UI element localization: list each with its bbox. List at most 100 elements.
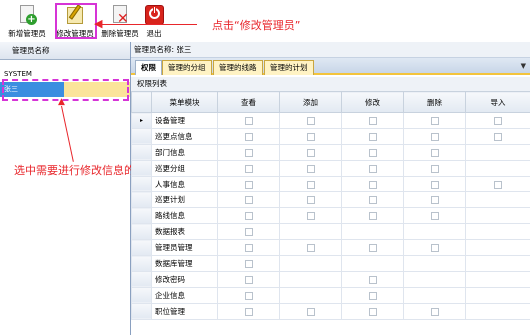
permission-cell[interactable] [341,239,404,257]
permission-cell[interactable] [217,112,280,129]
row-indicator[interactable] [131,223,152,241]
table-row[interactable]: 管理员管理 [131,239,530,257]
permission-cell[interactable] [279,207,342,225]
permission-checkbox[interactable] [430,116,439,125]
tab-menu-dropdown-icon[interactable]: ▼ [521,62,526,70]
permission-checkbox[interactable] [306,164,315,173]
permission-cell[interactable] [217,255,280,272]
permission-checkbox[interactable] [430,244,439,253]
permission-cell[interactable] [465,127,530,145]
row-indicator[interactable] [131,175,152,193]
permission-cell[interactable] [217,159,280,177]
table-row[interactable]: 人事信息 [131,175,530,193]
permission-cell[interactable] [279,239,342,257]
permission-cell[interactable] [279,112,342,129]
col-header-view[interactable]: 查看 [217,91,280,113]
permission-cell[interactable] [217,175,280,193]
permission-cell[interactable] [217,207,280,225]
permission-checkbox[interactable] [306,148,315,157]
permission-checkbox[interactable] [306,132,315,141]
permission-checkbox[interactable] [306,244,315,253]
permission-checkbox[interactable] [368,244,377,253]
permission-cell[interactable] [279,159,342,177]
row-indicator[interactable] [131,143,152,161]
permission-cell[interactable] [217,191,280,209]
permission-cell[interactable] [279,127,342,145]
permission-checkbox[interactable] [368,196,377,205]
permission-cell[interactable] [341,207,404,225]
table-row[interactable]: 企业信息 [131,286,530,304]
permission-checkbox[interactable] [244,164,253,173]
permission-checkbox[interactable] [368,148,377,157]
col-header-import[interactable]: 导入 [465,91,530,113]
row-indicator[interactable] [131,127,152,145]
permission-cell[interactable] [403,239,466,257]
permission-cell[interactable] [465,112,530,129]
permission-cell[interactable] [217,143,280,161]
permission-checkbox[interactable] [244,180,253,189]
tab-permissions[interactable]: 权限 [135,60,162,75]
permission-checkbox[interactable] [368,164,377,173]
row-indicator[interactable] [131,255,152,272]
permission-checkbox[interactable] [306,180,315,189]
tab-managed-groups[interactable]: 管理的分组 [162,60,212,75]
permission-checkbox[interactable] [430,148,439,157]
permission-cell[interactable] [217,270,280,288]
permission-checkbox[interactable] [306,196,315,205]
permission-cell[interactable] [341,159,404,177]
permission-checkbox[interactable] [244,291,253,300]
permission-checkbox[interactable] [430,196,439,205]
permission-checkbox[interactable] [306,212,315,221]
table-row[interactable]: 路线信息 [131,207,530,225]
permission-cell[interactable] [403,143,466,161]
col-header-edit[interactable]: 修改 [341,91,404,113]
delete-admin-button[interactable]: ✕ 删除管理员 [100,2,140,40]
col-header-delete[interactable]: 删除 [403,91,466,113]
permission-checkbox[interactable] [368,116,377,125]
table-row[interactable]: 职位管理 [131,302,530,320]
table-row[interactable]: ▸ 设备管理 [131,112,530,129]
permission-checkbox[interactable] [494,180,502,189]
table-row[interactable]: 巡更分组 [131,159,530,177]
permission-checkbox[interactable] [306,307,315,316]
permission-cell[interactable] [341,302,404,320]
permission-cell[interactable] [465,175,530,193]
permission-cell[interactable] [341,127,404,145]
permission-checkbox[interactable] [244,307,253,316]
permission-checkbox[interactable] [494,116,502,125]
table-row[interactable]: 巡更计划 [131,191,530,209]
permission-cell[interactable] [217,127,280,145]
permission-cell[interactable] [341,175,404,193]
exit-button[interactable]: 退出 [142,2,166,40]
permission-cell[interactable] [217,239,280,257]
permission-checkbox[interactable] [368,212,377,221]
table-row[interactable]: 部门信息 [131,143,530,161]
permission-checkbox[interactable] [430,164,439,173]
permission-checkbox[interactable] [368,132,377,141]
permission-checkbox[interactable] [368,275,377,284]
permission-checkbox[interactable] [244,275,253,284]
row-indicator[interactable] [131,191,152,209]
col-header-add[interactable]: 添加 [279,91,342,113]
table-row[interactable]: 数据库管理 [131,255,530,272]
permission-checkbox[interactable] [368,291,377,300]
permission-cell[interactable] [341,112,404,129]
row-indicator[interactable] [131,207,152,225]
permission-checkbox[interactable] [244,116,253,125]
permission-cell[interactable] [403,302,466,320]
permission-checkbox[interactable] [244,148,253,157]
permission-cell[interactable] [341,270,404,288]
permission-cell[interactable] [279,143,342,161]
permission-checkbox[interactable] [430,307,439,316]
permission-cell[interactable] [403,127,466,145]
permission-checkbox[interactable] [430,212,439,221]
permission-cell[interactable] [279,175,342,193]
permission-checkbox[interactable] [244,196,253,205]
permission-checkbox[interactable] [430,132,439,141]
permission-cell[interactable] [403,112,466,129]
row-indicator[interactable] [131,159,152,177]
permission-checkbox[interactable] [244,259,253,268]
permission-cell[interactable] [341,191,404,209]
permission-cell[interactable] [341,286,404,304]
permission-checkbox[interactable] [244,132,253,141]
